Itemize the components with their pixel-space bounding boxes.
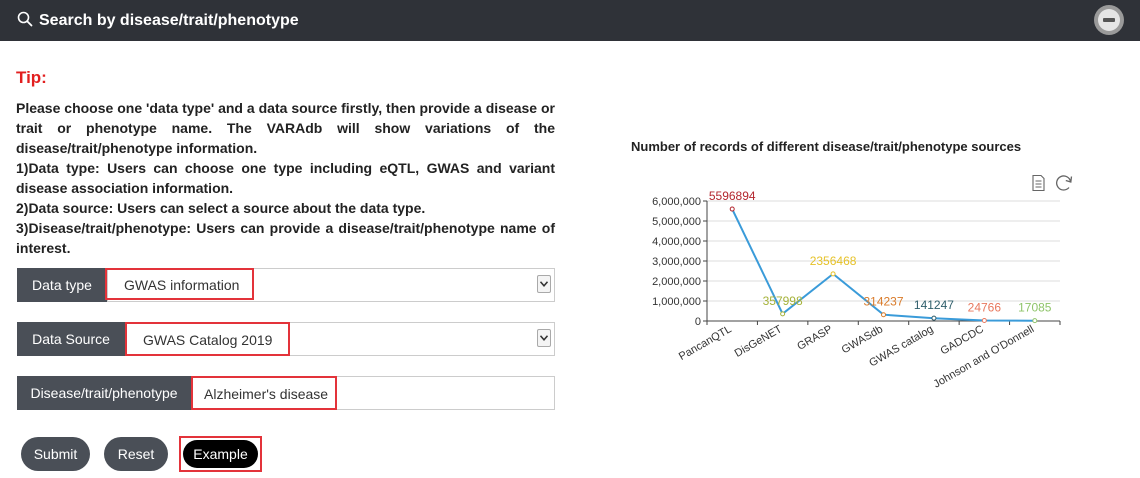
restore-icon[interactable] xyxy=(1056,175,1073,191)
y-tick-label: 2,000,000 xyxy=(652,276,701,288)
y-tick-label: 5,000,000 xyxy=(652,216,701,228)
data-point[interactable] xyxy=(931,315,937,321)
y-tick-label: 3,000,000 xyxy=(652,256,701,268)
x-axis-labels: PancanQTLDisGeNET GRASP GWASdbGWAS catalog… xyxy=(677,323,1036,391)
x-tick-label: PancanQTL xyxy=(677,323,734,363)
collapse-button[interactable] xyxy=(1094,5,1124,35)
tip-paragraph: 1)Data type: Users can choose one type i… xyxy=(16,160,555,196)
tip-paragraph: Please choose one 'data type' and a data… xyxy=(16,100,555,156)
data-label: 24766 xyxy=(968,301,1002,315)
data-source-row: Data Source GWAS Catalog 2019 xyxy=(17,322,555,356)
data-source-label: Data Source xyxy=(17,322,125,356)
data-point[interactable] xyxy=(981,318,987,324)
data-source-value: GWAS Catalog 2019 xyxy=(143,332,273,348)
chart-grid xyxy=(707,200,1060,302)
data-view-icon[interactable] xyxy=(1032,174,1045,192)
data-label: 357998 xyxy=(763,294,803,308)
data-label: 141247 xyxy=(914,298,954,312)
data-type-row: Data type GWAS information xyxy=(17,268,555,302)
data-point[interactable] xyxy=(881,312,886,318)
y-tick-label: 1,000,000 xyxy=(652,296,701,308)
x-tick-label: GRASP xyxy=(795,323,834,353)
search-icon xyxy=(17,11,33,27)
data-type-label: Data type xyxy=(17,268,107,302)
example-button[interactable]: Example xyxy=(183,440,258,468)
data-type-value: GWAS information xyxy=(124,277,240,293)
data-label: 17085 xyxy=(1018,301,1052,315)
x-tick-label: GWASdb xyxy=(840,323,885,356)
tip-paragraph: 3)Disease/trait/phenotype: Users can pro… xyxy=(16,220,555,256)
line-chart: 0 1,000,000 2,000,000 3,000,000 4,000,000 5,0… xyxy=(652,174,1073,391)
data-point[interactable] xyxy=(780,311,786,317)
example-highlight: Example xyxy=(179,436,262,472)
submit-button[interactable]: Submit xyxy=(21,437,90,471)
disease-value: Alzheimer's disease xyxy=(204,386,329,402)
chevron-down-icon[interactable] xyxy=(537,329,551,347)
data-point[interactable] xyxy=(729,206,735,212)
data-point[interactable] xyxy=(830,271,836,277)
disease-label: Disease/trait/phenotype xyxy=(17,376,191,410)
x-axis xyxy=(706,320,1061,325)
y-tick-label: 0 xyxy=(695,316,701,328)
chevron-down-icon[interactable] xyxy=(537,275,551,293)
chart-title: Number of records of different disease/t… xyxy=(631,139,1022,154)
disease-row: Disease/trait/phenotype Alzheimer's dise… xyxy=(17,376,555,410)
data-point[interactable] xyxy=(1032,318,1038,324)
tip-title: Tip: xyxy=(16,68,47,87)
minus-icon xyxy=(1098,9,1120,31)
tip-paragraph: 2)Data source: Users can select a source… xyxy=(16,200,426,216)
panel-header: Search by disease/trait/phenotype xyxy=(0,0,1140,41)
tip-text: Please choose one 'data type' and a data… xyxy=(16,98,555,258)
data-label: 5596894 xyxy=(709,189,756,203)
y-tick-label: 4,000,000 xyxy=(652,236,701,248)
y-tick-label: 6,000,000 xyxy=(652,196,701,208)
data-label: 314237 xyxy=(863,295,903,309)
data-label: 2356468 xyxy=(810,254,857,268)
reset-button[interactable]: Reset xyxy=(104,437,168,471)
y-axis-ticks: 0 1,000,000 2,000,000 3,000,000 4,000,000 5,0… xyxy=(652,196,708,328)
x-tick-label: DisGeNET xyxy=(733,323,785,360)
value-labels: 5596894 357998 2356468 314237 141247 24766 170… xyxy=(709,189,1052,315)
panel-title: Search by disease/trait/phenotype xyxy=(39,12,299,29)
